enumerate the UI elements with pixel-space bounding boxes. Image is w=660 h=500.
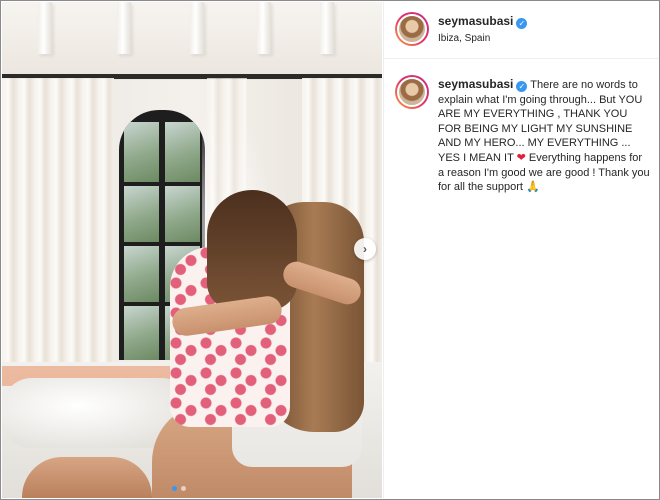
- post-photo[interactable]: ›: [2, 2, 382, 498]
- post-header: seymasubasi ✓ Ibiza, Spain: [384, 2, 659, 59]
- location-link[interactable]: Ibiza, Spain: [438, 33, 490, 44]
- child-hair: [207, 190, 297, 310]
- curtain-left: [2, 78, 114, 378]
- post-caption: seymasubasi ✓ There are no words to expla…: [438, 77, 650, 195]
- ceiling: [2, 2, 382, 80]
- instagram-post-window: › seymasubasi ✓ Ibiza, Spain seymasubasi ✓…: [0, 0, 660, 500]
- verified-badge-icon: ✓: [516, 81, 528, 92]
- post-side-panel: seymasubasi ✓ Ibiza, Spain seymasubasi ✓ T…: [383, 2, 659, 498]
- chevron-right-icon: ›: [363, 242, 367, 256]
- header-username[interactable]: seymasubasi ✓: [438, 14, 528, 29]
- carousel-dot: [181, 486, 186, 491]
- next-slide-button[interactable]: ›: [354, 238, 376, 260]
- caption-avatar[interactable]: [395, 75, 429, 109]
- username-link[interactable]: seymasubasi: [438, 14, 513, 28]
- foot: [22, 457, 152, 498]
- caption-username[interactable]: seymasubasi: [438, 77, 513, 91]
- avatar[interactable]: [395, 12, 429, 46]
- red-heart-icon: ❤: [516, 151, 526, 164]
- carousel-dot-active: [172, 486, 177, 491]
- folded-hands-icon: 🙏: [526, 181, 540, 194]
- carousel-indicator: [172, 486, 186, 491]
- verified-badge-icon: ✓: [516, 18, 528, 29]
